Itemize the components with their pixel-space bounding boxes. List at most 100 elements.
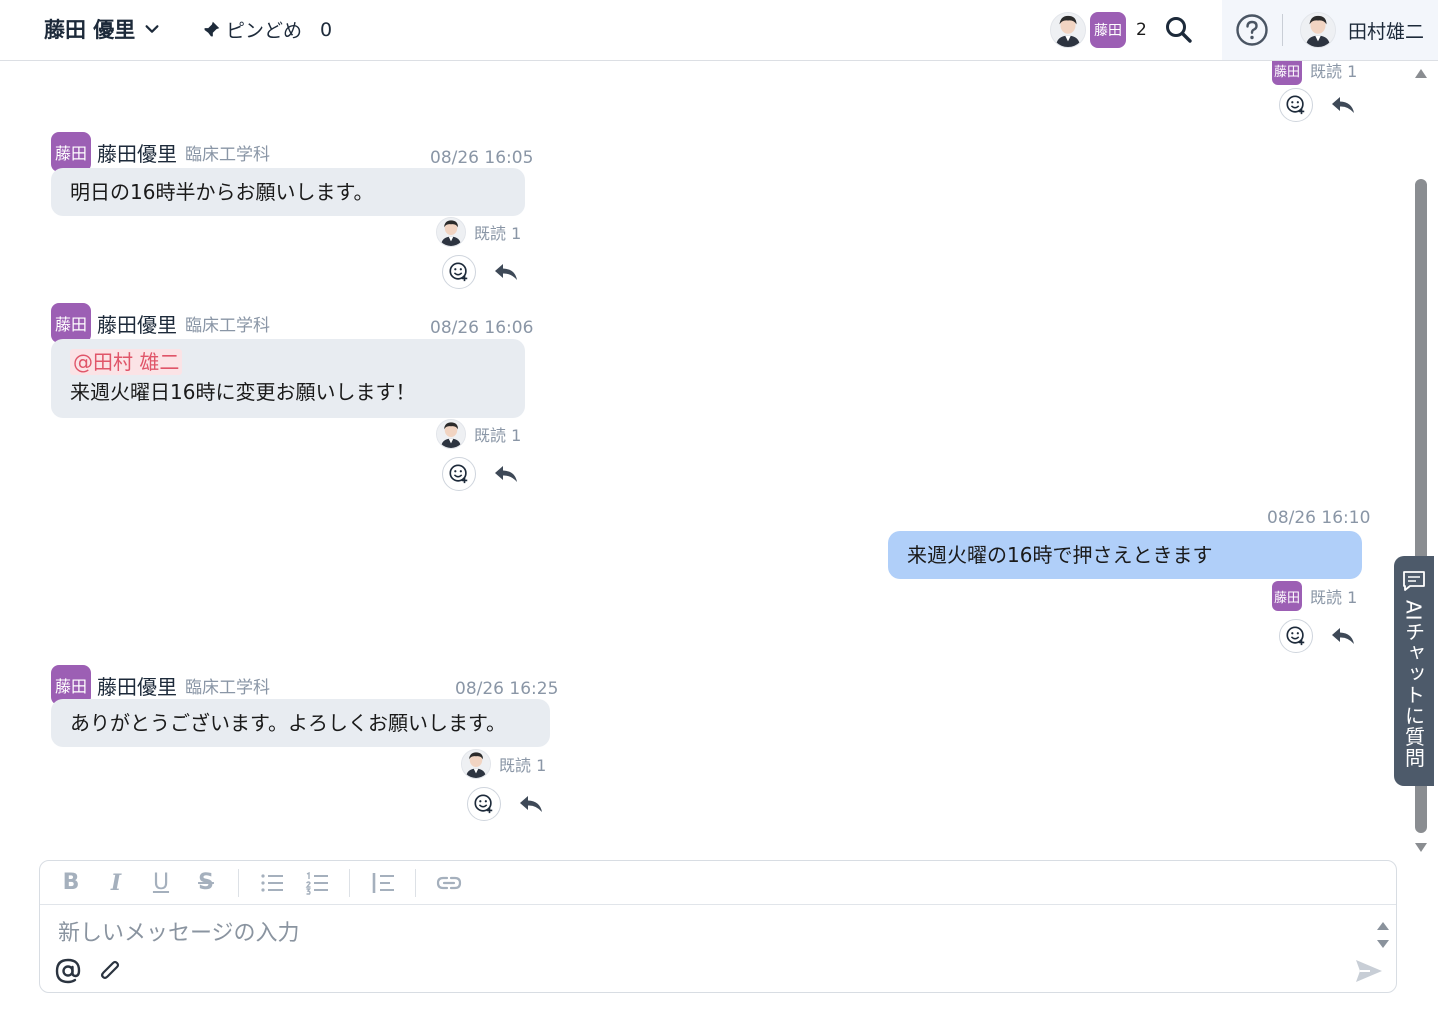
read-label: 既読 1 <box>474 426 522 445</box>
message-actions <box>467 787 545 821</box>
room-title: 藤田 優里 <box>44 18 136 42</box>
message-actions <box>1279 619 1357 653</box>
participants-button[interactable]: 藤田 2 <box>1050 12 1147 48</box>
room-title-dropdown[interactable]: 藤田 優里 <box>44 14 161 44</box>
toolbar-separator <box>415 868 416 897</box>
scroll-down-arrow-icon[interactable] <box>1414 842 1428 854</box>
pinned-messages-button[interactable]: ピンどめ 0 <box>200 16 332 43</box>
reader-avatar <box>436 419 466 449</box>
message-item: 藤田 藤田優里 臨床工学科 <box>51 132 270 172</box>
user-avatar <box>1300 12 1336 48</box>
pin-label: ピンどめ <box>226 20 303 42</box>
numbered-list-icon <box>305 871 328 895</box>
read-receipt[interactable]: 藤田 既読 1 <box>1272 581 1357 611</box>
read-label: 既読 1 <box>474 224 522 243</box>
sender-name: 藤田優里 <box>97 674 177 699</box>
message-item: 藤田 藤田優里 臨床工学科 <box>51 665 270 705</box>
paperclip-icon[interactable] <box>96 957 124 985</box>
sender-department: 臨床工学科 <box>185 677 270 698</box>
message-input[interactable] <box>58 915 1348 951</box>
bullet-list-button[interactable] <box>257 868 287 898</box>
smiley-plus-icon <box>1286 95 1305 115</box>
read-receipt[interactable]: 既読 1 <box>436 419 521 449</box>
expand-toggle-icon[interactable] <box>1376 919 1390 951</box>
reply-icon[interactable] <box>492 460 520 488</box>
smiley-plus-icon <box>474 794 493 814</box>
message-timestamp: 08/26 16:05 <box>430 148 534 168</box>
mention-at-icon[interactable] <box>54 957 82 985</box>
chat-bubble-icon <box>1403 571 1425 591</box>
ai-chat-tab[interactable]: AIチャットに質問 <box>1394 556 1434 786</box>
message-item: 藤田 藤田優里 臨床工学科 <box>51 303 270 343</box>
sender-department: 臨床工学科 <box>185 144 270 165</box>
send-icon[interactable] <box>1354 957 1384 985</box>
strikethrough-button[interactable]: S <box>191 868 221 898</box>
chat-header: 藤田 優里 ピンどめ 0 藤田 2 田村雄二 <box>0 0 1438 61</box>
reader-avatar <box>461 749 491 779</box>
smiley-plus-icon <box>449 464 468 484</box>
message-timestamp: 08/26 16:25 <box>455 679 559 699</box>
reply-icon[interactable] <box>1329 91 1357 119</box>
bold-label: B <box>62 870 80 895</box>
pin-count: 0 <box>320 18 333 41</box>
reader-avatar <box>436 217 466 247</box>
italic-button[interactable]: I <box>101 868 131 898</box>
toolbar-separator <box>238 868 239 897</box>
bold-button[interactable]: B <box>56 868 86 898</box>
message-timestamp: 08/26 16:06 <box>430 318 534 338</box>
message-bubble[interactable]: 明日の16時半からお願いします。 <box>51 168 525 216</box>
message-sender: 藤田 藤田優里 臨床工学科 <box>51 665 270 705</box>
blockquote-button[interactable] <box>368 868 398 898</box>
smiley-plus-icon <box>1286 626 1305 646</box>
message-bubble[interactable]: 来週火曜の16時で押さえときます <box>888 531 1362 579</box>
underline-button[interactable]: U <box>146 868 176 898</box>
chevron-down-icon <box>145 25 159 33</box>
message-actions <box>442 255 520 289</box>
message-text: 明日の16時半からお願いします。 <box>70 180 374 204</box>
blockquote-icon <box>372 872 394 893</box>
reply-icon[interactable] <box>1329 622 1357 650</box>
pin-icon <box>202 21 220 38</box>
link-button[interactable] <box>434 868 464 898</box>
sender-department: 臨床工学科 <box>185 315 270 336</box>
add-reaction-button[interactable] <box>467 787 501 821</box>
smiley-plus-icon <box>449 262 468 282</box>
add-reaction-button[interactable] <box>442 255 476 289</box>
help-icon[interactable] <box>1235 13 1269 47</box>
underline-label: U <box>152 870 170 895</box>
reader-avatar: 藤田 <box>1272 61 1302 85</box>
participant-count: 2 <box>1136 20 1147 40</box>
message-text: 来週火曜の16時で押さえときます <box>907 543 1213 567</box>
read-receipt[interactable]: 既読 1 <box>436 217 521 247</box>
message-actions <box>442 457 520 491</box>
message-actions <box>1279 88 1357 122</box>
header-divider <box>1282 14 1283 46</box>
italic-label: I <box>110 869 122 896</box>
read-label: 既読 1 <box>1310 62 1358 81</box>
add-reaction-button[interactable] <box>442 457 476 491</box>
message-bubble[interactable]: @田村 雄二 来週火曜日16時に変更お願いします！ <box>51 339 525 418</box>
link-icon <box>436 876 462 889</box>
read-label: 既読 1 <box>1310 588 1358 607</box>
search-icon[interactable] <box>1163 14 1195 46</box>
ai-chat-label: AIチャットに質問 <box>1401 600 1426 769</box>
read-receipt[interactable]: 既読 1 <box>461 749 546 779</box>
numbered-list-button[interactable] <box>302 868 332 898</box>
reader-avatar: 藤田 <box>1272 581 1302 611</box>
sender-avatar[interactable]: 藤田 <box>51 132 91 172</box>
sender-avatar[interactable]: 藤田 <box>51 303 91 343</box>
message-text: 来週火曜日16時に変更お願いします！ <box>70 380 416 404</box>
scroll-up-arrow-icon[interactable] <box>1414 67 1428 79</box>
reply-icon[interactable] <box>492 258 520 286</box>
user-menu[interactable]: 田村雄二 <box>1300 12 1424 48</box>
mention-tag[interactable]: @田村 雄二 <box>70 349 183 375</box>
toolbar-separator <box>349 868 350 897</box>
message-sender: 藤田 藤田優里 臨床工学科 <box>51 132 270 172</box>
sender-name: 藤田優里 <box>97 141 177 166</box>
message-list: 藤田 既読 1 藤田 藤田優里 臨床工学科 08/26 16:05 明日の16時… <box>0 61 1438 856</box>
reply-icon[interactable] <box>517 790 545 818</box>
message-bubble[interactable]: ありがとうございます。よろしくお願いします。 <box>51 699 550 747</box>
add-reaction-button[interactable] <box>1279 619 1313 653</box>
add-reaction-button[interactable] <box>1279 88 1313 122</box>
message-sender: 藤田 藤田優里 臨床工学科 <box>51 303 270 343</box>
